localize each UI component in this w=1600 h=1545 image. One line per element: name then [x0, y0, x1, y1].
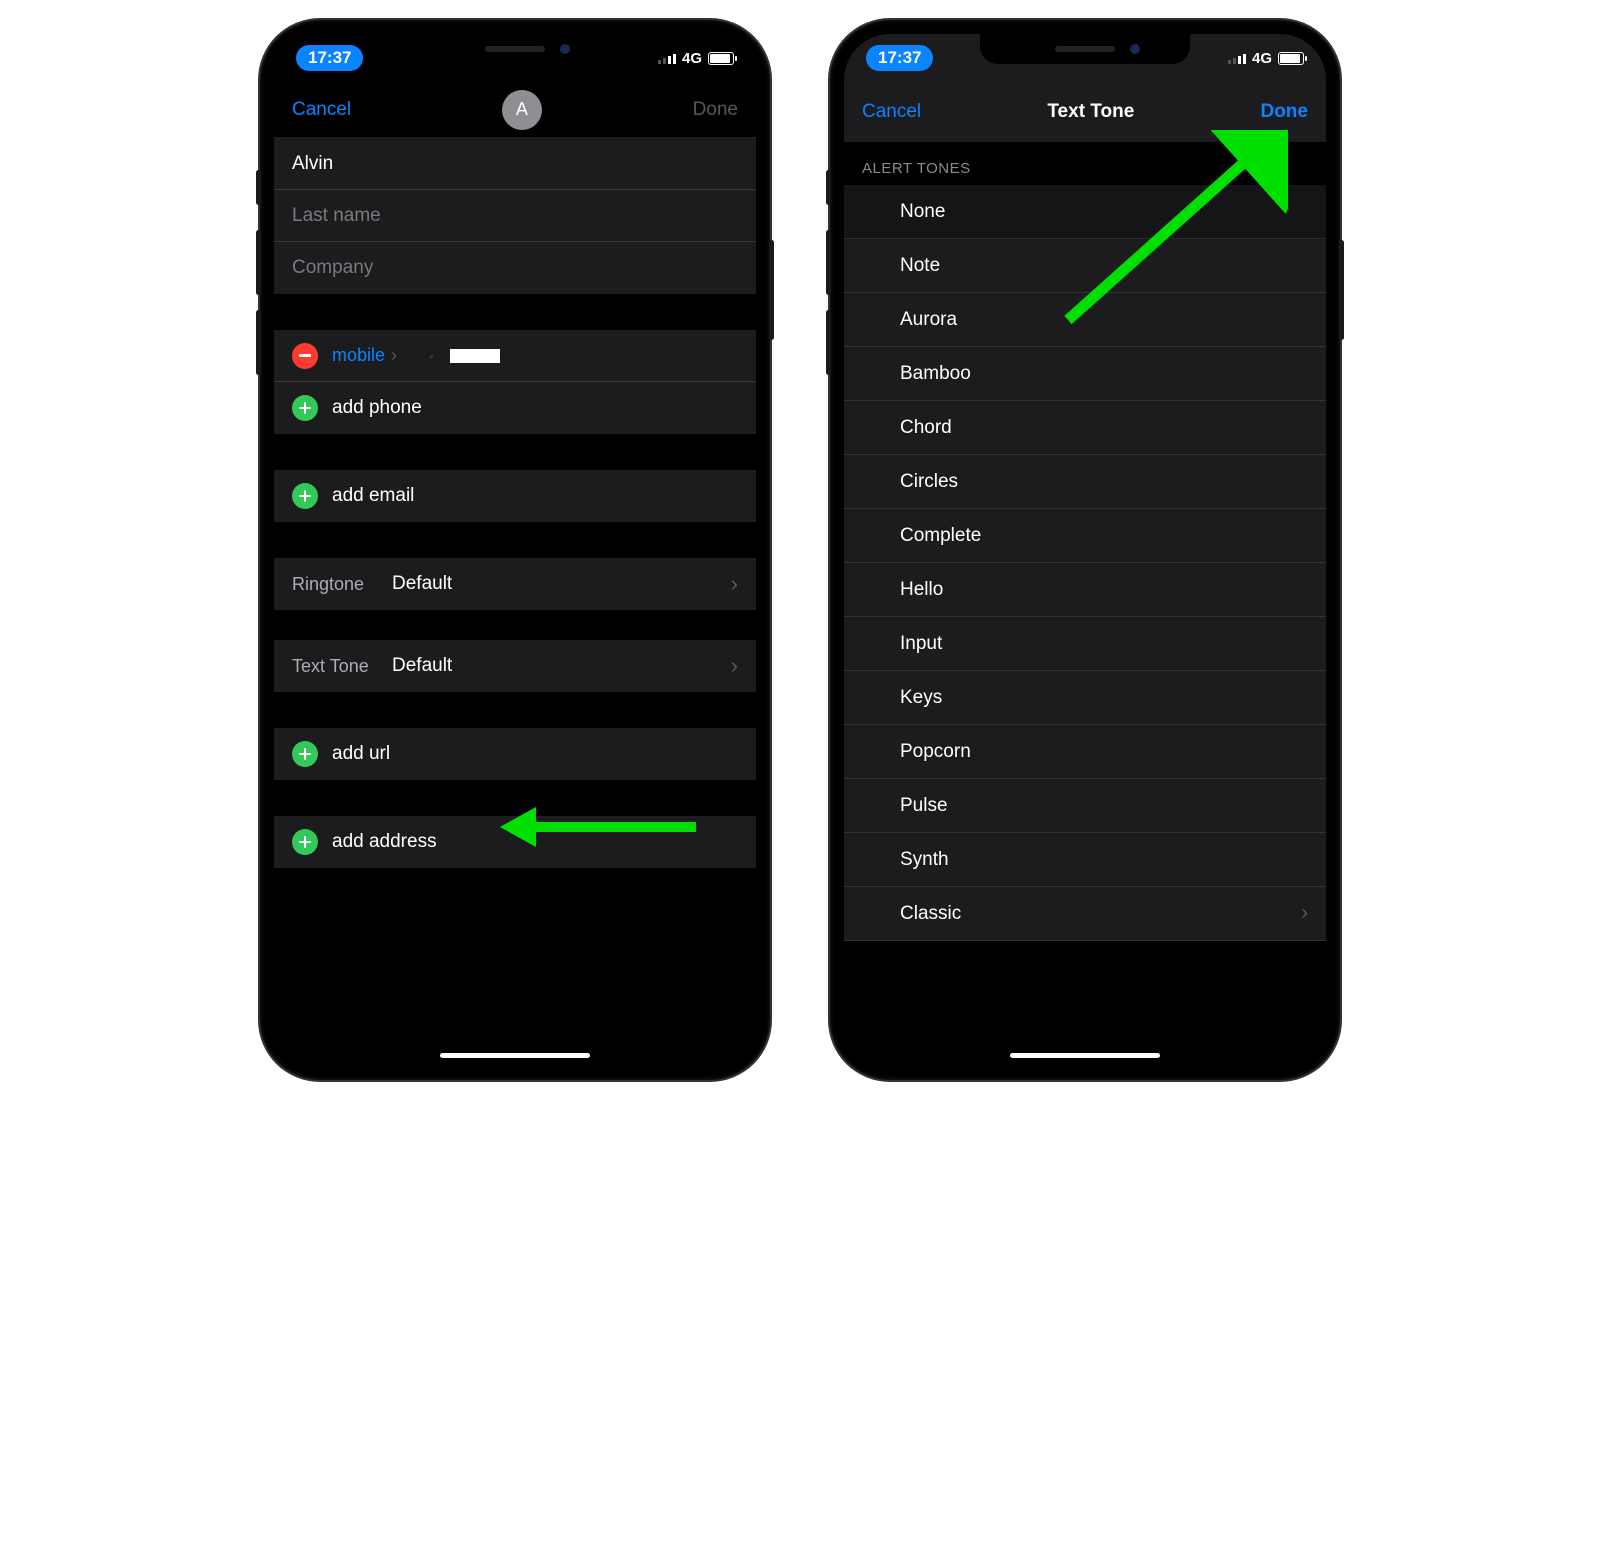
tone-label: Pulse — [900, 795, 948, 817]
tone-label: Bamboo — [900, 363, 971, 385]
tone-row-classic[interactable]: Classic › — [844, 887, 1326, 941]
done-button[interactable]: Done — [693, 99, 738, 121]
tone-row-popcorn[interactable]: Popcorn — [844, 725, 1326, 779]
email-section: add email — [274, 470, 756, 522]
phone-number-redacted: • — [429, 348, 440, 364]
tone-row-synth[interactable]: Synth — [844, 833, 1326, 887]
tone-label: Classic — [900, 903, 961, 925]
tone-label: Popcorn — [900, 741, 971, 763]
home-indicator[interactable] — [440, 1053, 590, 1058]
chevron-right-icon: › — [731, 571, 738, 597]
navbar-edit-contact: Cancel A Done — [274, 82, 756, 138]
status-right: 4G — [658, 50, 734, 67]
texttone-row[interactable]: Text Tone Default › — [274, 640, 756, 692]
tone-label: Synth — [900, 849, 949, 871]
tone-label: Input — [900, 633, 942, 655]
tone-row-complete[interactable]: Complete — [844, 509, 1326, 563]
cancel-button[interactable]: Cancel — [292, 99, 351, 121]
status-time: 17:37 — [296, 45, 363, 71]
add-icon — [292, 395, 318, 421]
tone-row-hello[interactable]: Hello — [844, 563, 1326, 617]
contact-avatar[interactable]: A — [502, 90, 542, 130]
notch — [410, 34, 620, 64]
notch — [980, 34, 1190, 64]
phone-number-masked — [450, 349, 500, 363]
edit-contact-content[interactable]: Alvin Last name Company mobile › • add p… — [274, 138, 756, 1066]
tone-label: None — [900, 201, 945, 223]
tone-label: Hello — [900, 579, 943, 601]
chevron-right-icon: › — [731, 653, 738, 679]
url-section: add url — [274, 728, 756, 780]
phone-section: mobile › • add phone — [274, 330, 756, 434]
annotation-arrow-done — [1028, 130, 1288, 330]
annotation-arrow-texttone — [500, 812, 700, 842]
phone-frame-right: 17:37 4G Cancel Text Tone Done ALERT TON… — [830, 20, 1340, 1080]
name-section: Alvin Last name Company — [274, 138, 756, 294]
tone-label: Circles — [900, 471, 958, 493]
signal-icon — [658, 52, 676, 64]
add-icon — [292, 829, 318, 855]
tone-label: Keys — [900, 687, 942, 709]
add-phone-row[interactable]: add phone — [274, 382, 756, 434]
cancel-button[interactable]: Cancel — [862, 101, 921, 123]
texttone-section: Text Tone Default › — [274, 640, 756, 692]
tone-row-keys[interactable]: Keys — [844, 671, 1326, 725]
tone-label: Note — [900, 255, 940, 277]
add-url-row[interactable]: add url — [274, 728, 756, 780]
screen-left: 17:37 4G Cancel A Done Alvin Last name C… — [274, 34, 756, 1066]
tone-label: Aurora — [900, 309, 957, 331]
status-right: 4G — [1228, 50, 1304, 67]
first-name-field[interactable]: Alvin — [274, 138, 756, 190]
tone-row-pulse[interactable]: Pulse — [844, 779, 1326, 833]
home-indicator[interactable] — [1010, 1053, 1160, 1058]
signal-icon — [1228, 52, 1246, 64]
done-button[interactable]: Done — [1260, 101, 1308, 123]
tone-label: Complete — [900, 525, 981, 547]
remove-icon[interactable] — [292, 343, 318, 369]
phone-entry-row[interactable]: mobile › • — [274, 330, 756, 382]
tone-row-chord[interactable]: Chord — [844, 401, 1326, 455]
battery-icon — [1278, 52, 1304, 65]
phone-frame-left: 17:37 4G Cancel A Done Alvin Last name C… — [260, 20, 770, 1080]
tone-row-input[interactable]: Input — [844, 617, 1326, 671]
add-icon — [292, 741, 318, 767]
network-label: 4G — [682, 50, 702, 67]
battery-icon — [708, 52, 734, 65]
status-time: 17:37 — [866, 45, 933, 71]
page-title: Text Tone — [1047, 101, 1134, 123]
tone-row-bamboo[interactable]: Bamboo — [844, 347, 1326, 401]
last-name-field[interactable]: Last name — [274, 190, 756, 242]
chevron-right-icon: › — [391, 345, 397, 366]
company-field[interactable]: Company — [274, 242, 756, 294]
chevron-right-icon: › — [1301, 902, 1308, 925]
tone-row-circles[interactable]: Circles — [844, 455, 1326, 509]
add-email-row[interactable]: add email — [274, 470, 756, 522]
tone-label: Chord — [900, 417, 952, 439]
ringtone-row[interactable]: Ringtone Default › — [274, 558, 756, 610]
phone-type-label[interactable]: mobile — [332, 345, 385, 366]
network-label: 4G — [1252, 50, 1272, 67]
ringtone-section: Ringtone Default › — [274, 558, 756, 610]
add-icon — [292, 483, 318, 509]
